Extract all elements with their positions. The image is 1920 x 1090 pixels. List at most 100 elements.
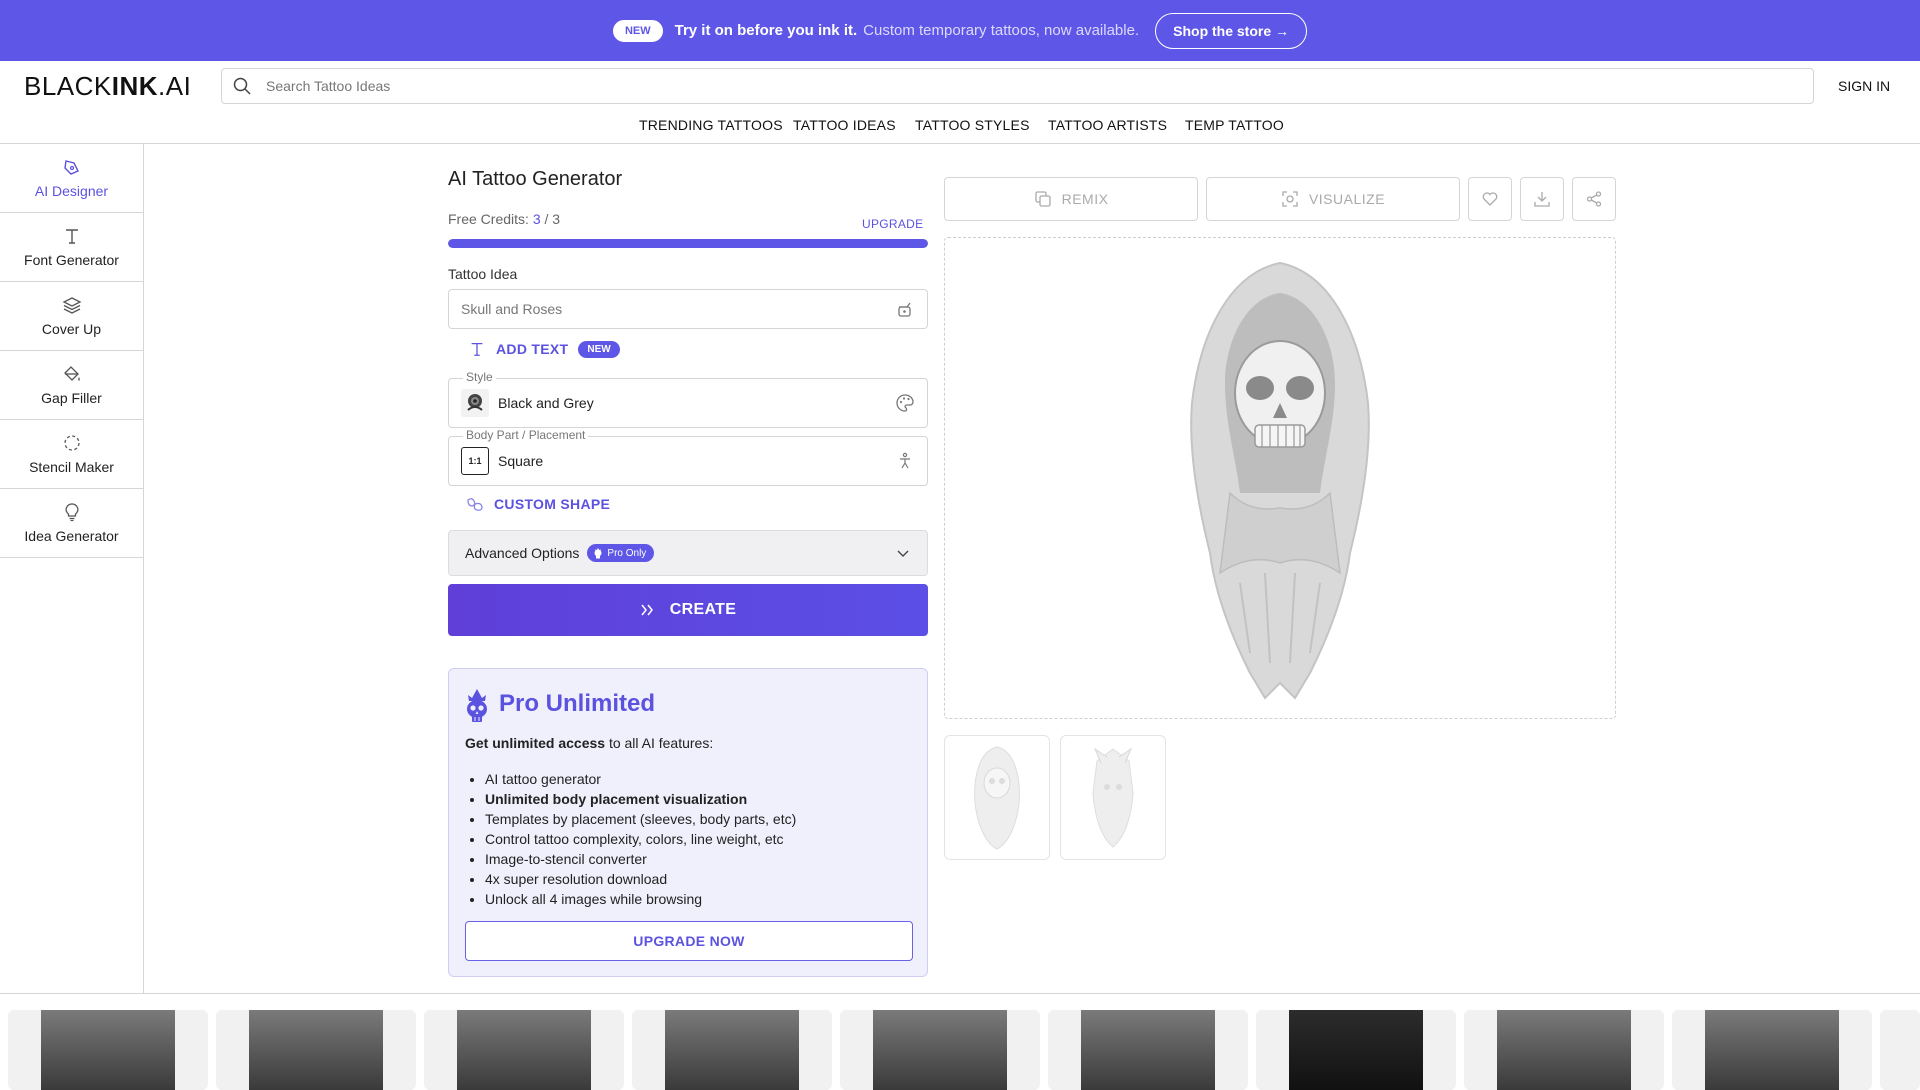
gallery-card[interactable] (216, 1010, 416, 1090)
sidebar-item-label: AI Designer (34, 183, 109, 199)
style-legend: Style (463, 370, 496, 384)
style-value: Black and Grey (498, 395, 594, 411)
dashed-circle-icon (63, 435, 80, 451)
pro-feature-list: AI tattoo generator Unlimited body place… (485, 769, 796, 909)
gallery-card[interactable] (840, 1010, 1040, 1090)
shuffle-icon[interactable] (895, 299, 915, 319)
visualize-label: VISUALIZE (1308, 191, 1386, 207)
upgrade-now-button[interactable]: UPGRADE NOW (465, 921, 913, 961)
shapes-icon (467, 498, 483, 511)
sidebar-item-label: Font Generator (24, 252, 119, 268)
crown-skull-icon (467, 689, 487, 722)
favorite-button[interactable] (1468, 177, 1512, 221)
pro-card-title: Pro Unlimited (499, 690, 656, 717)
sidebar-item-label: Idea Generator (24, 528, 119, 544)
text-icon (65, 229, 78, 244)
free-credits: Free Credits: 3 / 3 (448, 211, 560, 227)
search-bar[interactable] (221, 68, 1814, 104)
gallery-image (665, 1010, 799, 1090)
person-icon (900, 452, 910, 469)
gallery-image (1705, 1010, 1839, 1090)
gallery-image (41, 1010, 175, 1090)
search-icon (233, 77, 251, 95)
gallery-card[interactable] (8, 1010, 208, 1090)
gallery-image (1289, 1010, 1423, 1090)
sidebar-item-label: Gap Filler (41, 390, 102, 406)
style-select[interactable]: Style Black and Grey (448, 370, 928, 428)
sidebar: AI Designer Font Generator Cover Up Gap … (0, 144, 144, 994)
paint-bucket-icon (63, 366, 80, 381)
gallery-image (873, 1010, 1007, 1090)
tattoo-idea-label: Tattoo Idea (448, 266, 518, 282)
download-icon (1534, 192, 1550, 207)
create-label: CREATE (669, 601, 737, 618)
list-item: Unlimited body placement visualization (485, 789, 796, 809)
sidebar-item-label: Stencil Maker (29, 459, 114, 475)
sidebar-item-ai-designer[interactable]: AI Designer (0, 144, 143, 213)
gallery-card[interactable] (1880, 1010, 1920, 1090)
pro-only-label: Pro Only (607, 547, 647, 559)
double-chevron-right-icon (641, 604, 653, 616)
pro-card-header: Pro Unlimited (465, 685, 655, 723)
add-text-button[interactable]: ADD TEXT NEW (468, 340, 620, 358)
shop-store-button[interactable]: Shop the store → (1155, 12, 1308, 49)
gallery-card[interactable] (1672, 1010, 1872, 1090)
promo-banner: NEW Try it on before you ink it. Custom … (0, 0, 1920, 61)
gallery-card[interactable] (632, 1010, 832, 1090)
placement-legend: Body Part / Placement (463, 428, 589, 442)
sidebar-item-stencil-maker[interactable]: Stencil Maker (0, 420, 143, 489)
list-item: AI tattoo generator (485, 769, 796, 789)
sign-in-link[interactable]: SIGN IN (1838, 78, 1890, 94)
upgrade-link[interactable]: UPGRADE (862, 217, 923, 231)
gallery-image (249, 1010, 383, 1090)
nav-tattoo-artists[interactable]: TATTOO ARTISTS (1048, 117, 1167, 133)
placement-select[interactable]: Body Part / Placement 1:1 Square (448, 428, 928, 486)
nav-tattoo-ideas[interactable]: TATTOO IDEAS (793, 117, 896, 133)
share-button[interactable] (1572, 177, 1616, 221)
sidebar-item-gap-filler[interactable]: Gap Filler (0, 351, 143, 420)
nav-tattoo-styles[interactable]: TATTOO STYLES (915, 117, 1030, 133)
gallery-card[interactable] (1256, 1010, 1456, 1090)
credits-progress-bar (448, 239, 928, 248)
pro-card-lead: Get unlimited access to all AI features: (465, 735, 713, 751)
share-icon (1586, 191, 1602, 207)
heart-icon (1482, 192, 1498, 206)
sidebar-item-idea-generator[interactable]: Idea Generator (0, 489, 143, 558)
placement-thumbnail: 1:1 (461, 447, 489, 475)
palette-icon (896, 394, 914, 412)
list-item: Control tattoo complexity, colors, line … (485, 829, 796, 849)
logo-light: BLACK (24, 71, 112, 101)
custom-shape-button[interactable]: CUSTOM SHAPE (465, 495, 610, 513)
advanced-options-toggle[interactable]: Advanced Options Pro Only (448, 530, 928, 576)
result-thumbnail[interactable] (1060, 735, 1166, 860)
header: BLACKINK.AI SIGN IN (0, 61, 1920, 111)
download-button[interactable] (1520, 177, 1564, 221)
gallery-card[interactable] (424, 1010, 624, 1090)
result-thumbnail[interactable] (944, 735, 1050, 860)
gallery-image (1497, 1010, 1631, 1090)
create-button[interactable]: CREATE (448, 584, 928, 636)
logo-suffix: .AI (158, 71, 192, 101)
sidebar-item-cover-up[interactable]: Cover Up (0, 282, 143, 351)
search-input[interactable] (266, 78, 1766, 94)
main-nav: TRENDING TATTOOS TATTOO IDEAS TATTOO STY… (0, 111, 1920, 144)
logo[interactable]: BLACKINK.AI (24, 71, 191, 102)
credits-total: 3 (552, 211, 561, 227)
remix-button[interactable]: REMIX (944, 177, 1198, 221)
page-title: AI Tattoo Generator (448, 168, 623, 190)
banner-headline: Try it on before you ink it. (674, 22, 858, 39)
new-badge: NEW (612, 19, 663, 42)
sidebar-item-font-generator[interactable]: Font Generator (0, 213, 143, 282)
gallery-card[interactable] (1048, 1010, 1248, 1090)
sidebar-item-label: Cover Up (41, 321, 102, 337)
nav-temp-tattoo[interactable]: TEMP TATTOO (1185, 117, 1284, 133)
nav-trending-tattoos[interactable]: TRENDING TATTOOS (639, 117, 783, 133)
tattoo-idea-input[interactable]: Skull and Roses (448, 289, 928, 329)
remix-label: REMIX (1061, 191, 1109, 207)
gallery-card[interactable] (1464, 1010, 1664, 1090)
visualize-button[interactable]: VISUALIZE (1206, 177, 1460, 221)
banner-subline: Custom temporary tattoos, now available. (863, 22, 1140, 39)
new-badge: NEW (578, 340, 620, 358)
style-thumbnail (461, 389, 489, 417)
gallery-image (457, 1010, 591, 1090)
